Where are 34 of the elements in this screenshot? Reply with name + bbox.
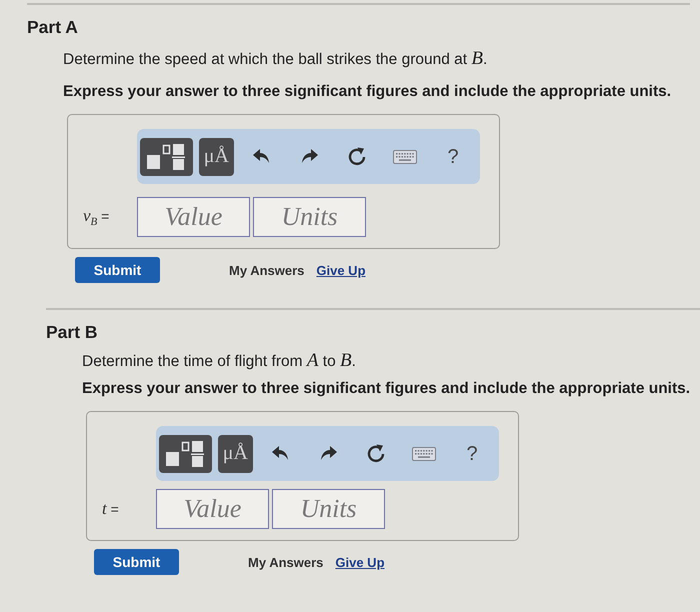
value-field[interactable]: Value bbox=[156, 489, 269, 529]
question-text: Determine the speed at which the ball strikes the ground at B. bbox=[63, 50, 488, 68]
question-text: Determine the time of flight from A to B. bbox=[82, 352, 356, 370]
help-button[interactable]: ? bbox=[447, 146, 459, 168]
variable-label: v$_{B}$ = bbox=[83, 206, 110, 228]
keyboard-icon[interactable] bbox=[412, 446, 436, 460]
redo-icon[interactable] bbox=[320, 446, 336, 461]
instruction-text: Express your answer to three significant figures and include the appropriate units. bbox=[82, 380, 690, 397]
template-icon bbox=[166, 440, 204, 466]
give-up-link[interactable]: Give Up bbox=[335, 554, 385, 570]
value-field[interactable]: Value bbox=[137, 197, 250, 237]
units-field[interactable]: Units bbox=[272, 489, 385, 529]
part-title: Part B bbox=[46, 323, 98, 341]
my-answers-link[interactable]: My Answers bbox=[229, 262, 304, 278]
variable-label: t = bbox=[102, 499, 119, 519]
templates-button[interactable] bbox=[140, 138, 193, 176]
instruction-text: Express your answer to three significant figures and include the appropriate units. bbox=[63, 83, 672, 100]
template-icon bbox=[147, 144, 186, 170]
undo-icon[interactable] bbox=[272, 446, 288, 461]
redo-icon[interactable] bbox=[300, 149, 318, 164]
undo-icon[interactable] bbox=[252, 149, 270, 164]
templates-button[interactable] bbox=[159, 434, 212, 472]
help-button[interactable]: ? bbox=[466, 442, 478, 464]
reset-icon[interactable] bbox=[348, 147, 366, 166]
my-answers-link[interactable]: My Answers bbox=[248, 554, 324, 570]
reset-icon[interactable] bbox=[367, 444, 385, 463]
units-field[interactable]: Units bbox=[253, 197, 366, 237]
keyboard-icon[interactable] bbox=[393, 150, 417, 164]
submit-button[interactable]: Submit bbox=[94, 549, 179, 575]
give-up-link[interactable]: Give Up bbox=[316, 262, 366, 278]
part-title: Part A bbox=[27, 18, 78, 36]
submit-button[interactable]: Submit bbox=[75, 257, 160, 283]
symbols-button[interactable]: μÅ bbox=[218, 434, 253, 472]
symbols-button[interactable]: μÅ bbox=[198, 138, 234, 176]
